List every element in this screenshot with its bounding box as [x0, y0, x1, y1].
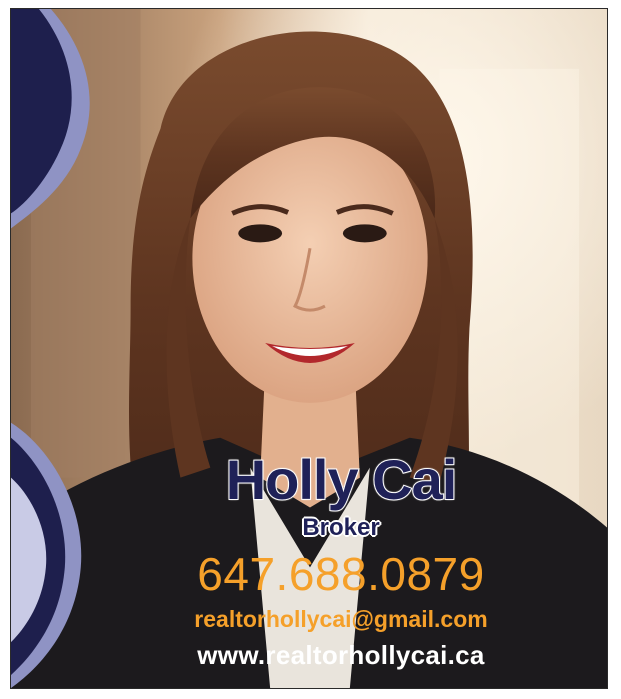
website-link[interactable]: www.realtorhollycai.ca [141, 637, 541, 673]
agent-name: Holly Cai [225, 448, 459, 512]
contact-block: Holly Cai Broker 647.688.0879 realtorhol… [141, 448, 541, 673]
agent-card: Holly Cai Broker 647.688.0879 realtorhol… [10, 8, 608, 689]
email-address[interactable]: realtorhollycai@gmail.com [141, 603, 541, 635]
agent-title: Broker [302, 514, 380, 541]
phone-number[interactable]: 647.688.0879 [141, 547, 541, 601]
